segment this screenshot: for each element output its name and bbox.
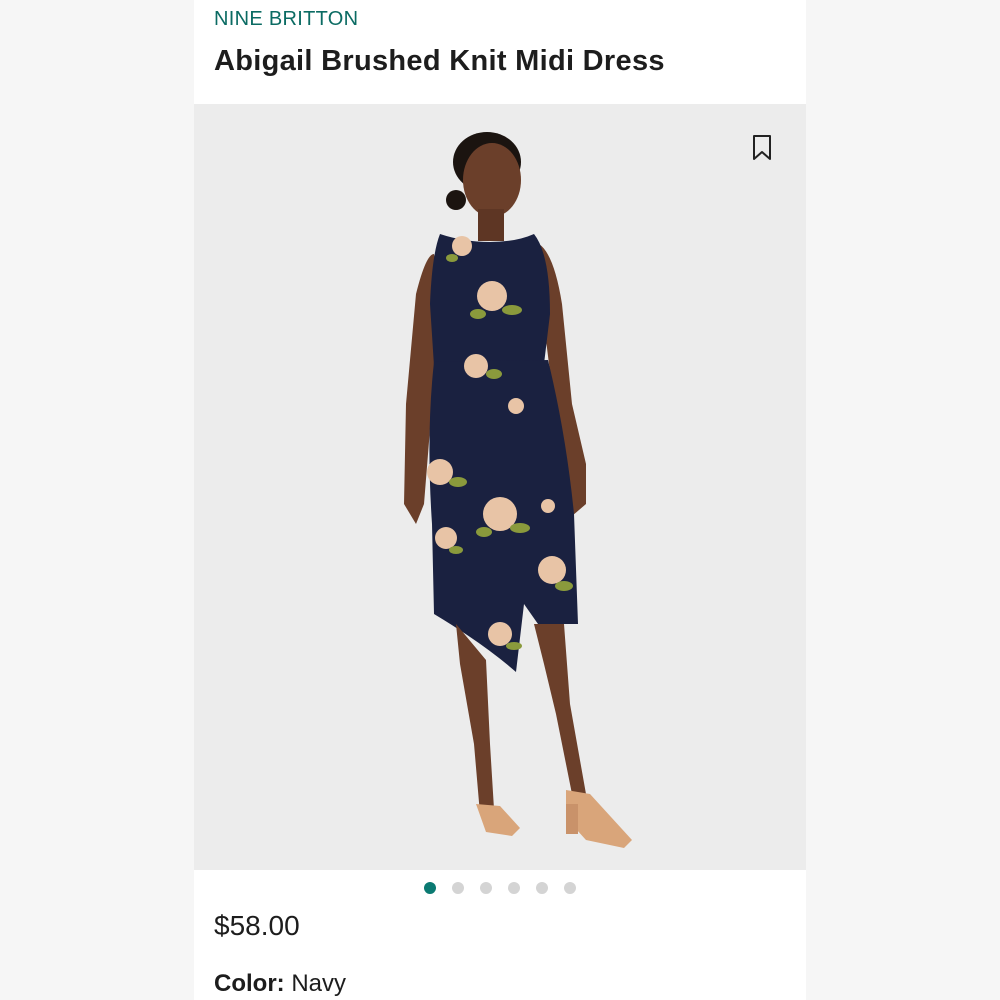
gallery-dot-4[interactable] xyxy=(508,882,520,894)
product-photo xyxy=(404,132,632,848)
gallery-dot-1[interactable] xyxy=(424,882,436,894)
product-title: Abigail Brushed Knit Midi Dress xyxy=(214,45,665,77)
color-selection: Color: Navy xyxy=(214,970,346,998)
gallery-dot-3[interactable] xyxy=(480,882,492,894)
gallery-dot-2[interactable] xyxy=(452,882,464,894)
gallery-dot-6[interactable] xyxy=(564,882,576,894)
bookmark-icon[interactable] xyxy=(752,134,772,162)
color-value: Navy xyxy=(291,970,347,997)
gallery-pagination xyxy=(194,882,806,896)
product-price: $58.00 xyxy=(214,910,300,941)
brand-name[interactable]: NINE BRITTON xyxy=(214,8,358,31)
color-label: Color: xyxy=(214,970,285,997)
gallery-dot-5[interactable] xyxy=(536,882,548,894)
product-image-gallery[interactable] xyxy=(194,104,806,870)
product-card: NINE BRITTON Abigail Brushed Knit Midi D… xyxy=(194,0,806,1000)
